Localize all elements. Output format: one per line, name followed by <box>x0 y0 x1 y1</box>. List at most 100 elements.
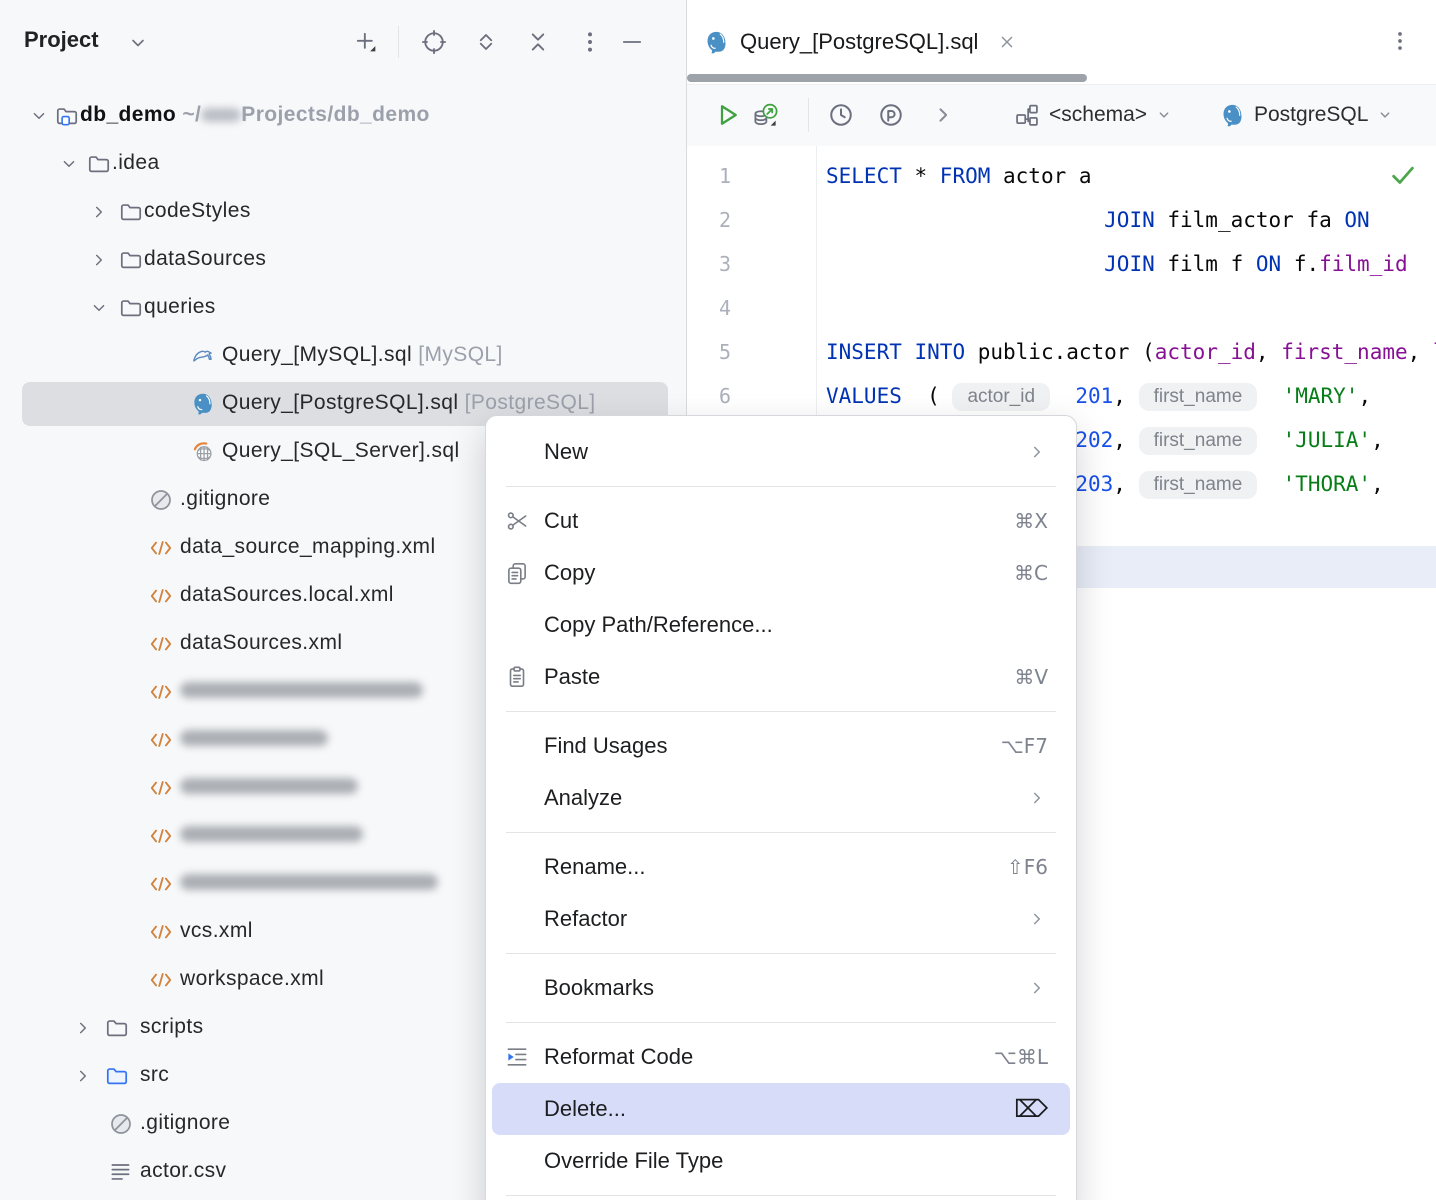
menu-item-reformat-code[interactable]: Reformat Code⌥⌘L <box>486 1031 1076 1083</box>
code-token: film_id <box>1319 252 1408 276</box>
chevron-down-icon[interactable] <box>88 297 110 319</box>
parameters-button[interactable] <box>876 100 906 130</box>
kebab-menu-icon[interactable] <box>1387 28 1413 54</box>
tree-item-codestyles[interactable]: codeStyles <box>0 188 686 236</box>
chevron-down-icon[interactable] <box>58 153 80 175</box>
add-button[interactable] <box>352 28 380 56</box>
more-actions-chevron[interactable] <box>928 100 958 130</box>
menu-icon-slot <box>504 785 544 811</box>
blurred-filename <box>180 682 423 698</box>
chevron-down-icon[interactable] <box>28 105 50 127</box>
menu-item-analyze[interactable]: Analyze <box>486 772 1076 824</box>
reformat-icon <box>504 1044 530 1070</box>
tree-item-label <box>180 775 358 799</box>
menu-shortcut: ⌘X <box>1014 509 1048 533</box>
editor-toolbar: <schema> PostgreSQL <box>687 85 1436 147</box>
menu-item-label: Override File Type <box>544 1148 723 1174</box>
menu-shortcut: ⌥⌘L <box>994 1045 1048 1069</box>
menu-icon-slot <box>504 1096 544 1122</box>
tree-item-label: queries <box>144 295 216 319</box>
menu-item-rename[interactable]: Rename...⇧F6 <box>486 841 1076 893</box>
run-button[interactable] <box>712 100 742 130</box>
chevron-right-icon[interactable] <box>88 249 110 271</box>
tab-query-postgresql[interactable]: Query_[PostgreSQL].sql <box>703 18 1018 66</box>
expand-all-button[interactable] <box>472 28 500 56</box>
expand-all-icon <box>472 28 500 56</box>
code-token: SELECT <box>826 164 902 188</box>
code-token: f. <box>1281 252 1319 276</box>
folder-icon <box>118 295 144 321</box>
code-token: , <box>1113 384 1138 408</box>
submenu-arrow-icon <box>1026 977 1048 999</box>
postgres-icon <box>190 391 216 417</box>
scissors-icon <box>504 508 530 534</box>
code-token: first_name <box>1281 340 1407 364</box>
check-icon <box>1388 160 1418 190</box>
menu-item-label: Bookmarks <box>544 975 654 1001</box>
blurred-filename <box>180 874 438 890</box>
chevron-right-icon[interactable] <box>72 1017 94 1039</box>
code-token: public.actor ( <box>965 340 1155 364</box>
menu-item-new[interactable]: New <box>486 426 1076 478</box>
collapse-all-button[interactable] <box>524 28 552 56</box>
menu-item-override-file-type[interactable]: Override File Type <box>486 1135 1076 1187</box>
tree-item-datasources[interactable]: dataSources <box>0 236 686 284</box>
menu-item-refactor[interactable]: Refactor <box>486 893 1076 945</box>
tree-item-db-demo[interactable]: db_demo ~/Projects/db_demo <box>0 92 686 140</box>
menu-icon-slot <box>504 733 544 759</box>
code-line: INSERT INTO public.actor (actor_id, firs… <box>826 330 1436 374</box>
tree-item-queries[interactable]: queries <box>0 284 686 332</box>
chevron-right-small-icon <box>928 100 958 130</box>
menu-item-cut[interactable]: Cut ⌘X <box>486 495 1076 547</box>
code-token: ( <box>902 384 953 408</box>
tree-item-label: src <box>140 1063 169 1087</box>
menu-item-copy-path-reference[interactable]: Copy Path/Reference... <box>486 599 1076 651</box>
xml-icon <box>148 823 174 849</box>
menu-shortcut: ⌘V <box>1014 665 1048 689</box>
menu-item-bookmarks[interactable]: Bookmarks <box>486 962 1076 1014</box>
close-icon[interactable] <box>996 31 1018 53</box>
menu-shortcut: ⇧F6 <box>1007 855 1048 879</box>
mysql-icon <box>190 343 216 369</box>
xml-icon <box>148 679 174 705</box>
code-token: , <box>1371 472 1384 496</box>
chevron-down-icon[interactable] <box>126 31 150 55</box>
mssql-icon <box>190 439 216 465</box>
hide-panel-button[interactable] <box>618 28 646 56</box>
tree-item-query-mysql-sql[interactable]: Query_[MySQL].sql [MySQL] <box>0 332 686 380</box>
code-token: * <box>902 164 940 188</box>
folder-icon <box>86 151 112 177</box>
menu-item-copy[interactable]: Copy⌘C <box>486 547 1076 599</box>
tree-item-label <box>180 871 438 895</box>
menu-item-delete[interactable]: Delete...⌦ <box>492 1083 1070 1135</box>
menu-shortcut: ⌦ <box>1014 1095 1048 1123</box>
ignore-icon <box>148 487 174 513</box>
tree-item--idea[interactable]: .idea <box>0 140 686 188</box>
editor-tab-bar: Query_[PostgreSQL].sql <box>687 0 1436 85</box>
chevron-right-icon[interactable] <box>72 1065 94 1087</box>
tree-item-label: actor.csv <box>140 1159 226 1183</box>
schema-selector[interactable]: <schema> <box>1013 98 1175 132</box>
execute-in-database-button[interactable] <box>750 100 780 130</box>
tree-item-label: codeStyles <box>144 199 251 223</box>
tree-item-label <box>180 727 328 751</box>
locate-icon <box>420 28 448 56</box>
select-opened-file-button[interactable] <box>420 28 448 56</box>
menu-item-find-usages[interactable]: Find Usages⌥F7 <box>486 720 1076 772</box>
tab-scrollbar-thumb[interactable] <box>687 74 1087 82</box>
history-button[interactable] <box>826 100 856 130</box>
datasource-selector[interactable]: PostgreSQL <box>1219 98 1396 132</box>
project-path: ~/Projects/db_demo <box>176 103 430 126</box>
panel-options-button[interactable] <box>576 28 604 56</box>
chevron-right-icon[interactable] <box>88 201 110 223</box>
xml-icon <box>148 871 174 897</box>
xml-icon <box>148 583 174 609</box>
code-token: 201 <box>1075 384 1113 408</box>
menu-item-paste[interactable]: Paste⌘V <box>486 651 1076 703</box>
tree-item-label: dataSources.local.xml <box>180 583 394 607</box>
scissors-icon <box>504 508 544 534</box>
menu-item-label: Cut <box>544 508 578 534</box>
menu-item-label: Analyze <box>544 785 622 811</box>
tree-item-label <box>180 823 363 847</box>
project-panel-title[interactable]: Project <box>24 27 99 53</box>
